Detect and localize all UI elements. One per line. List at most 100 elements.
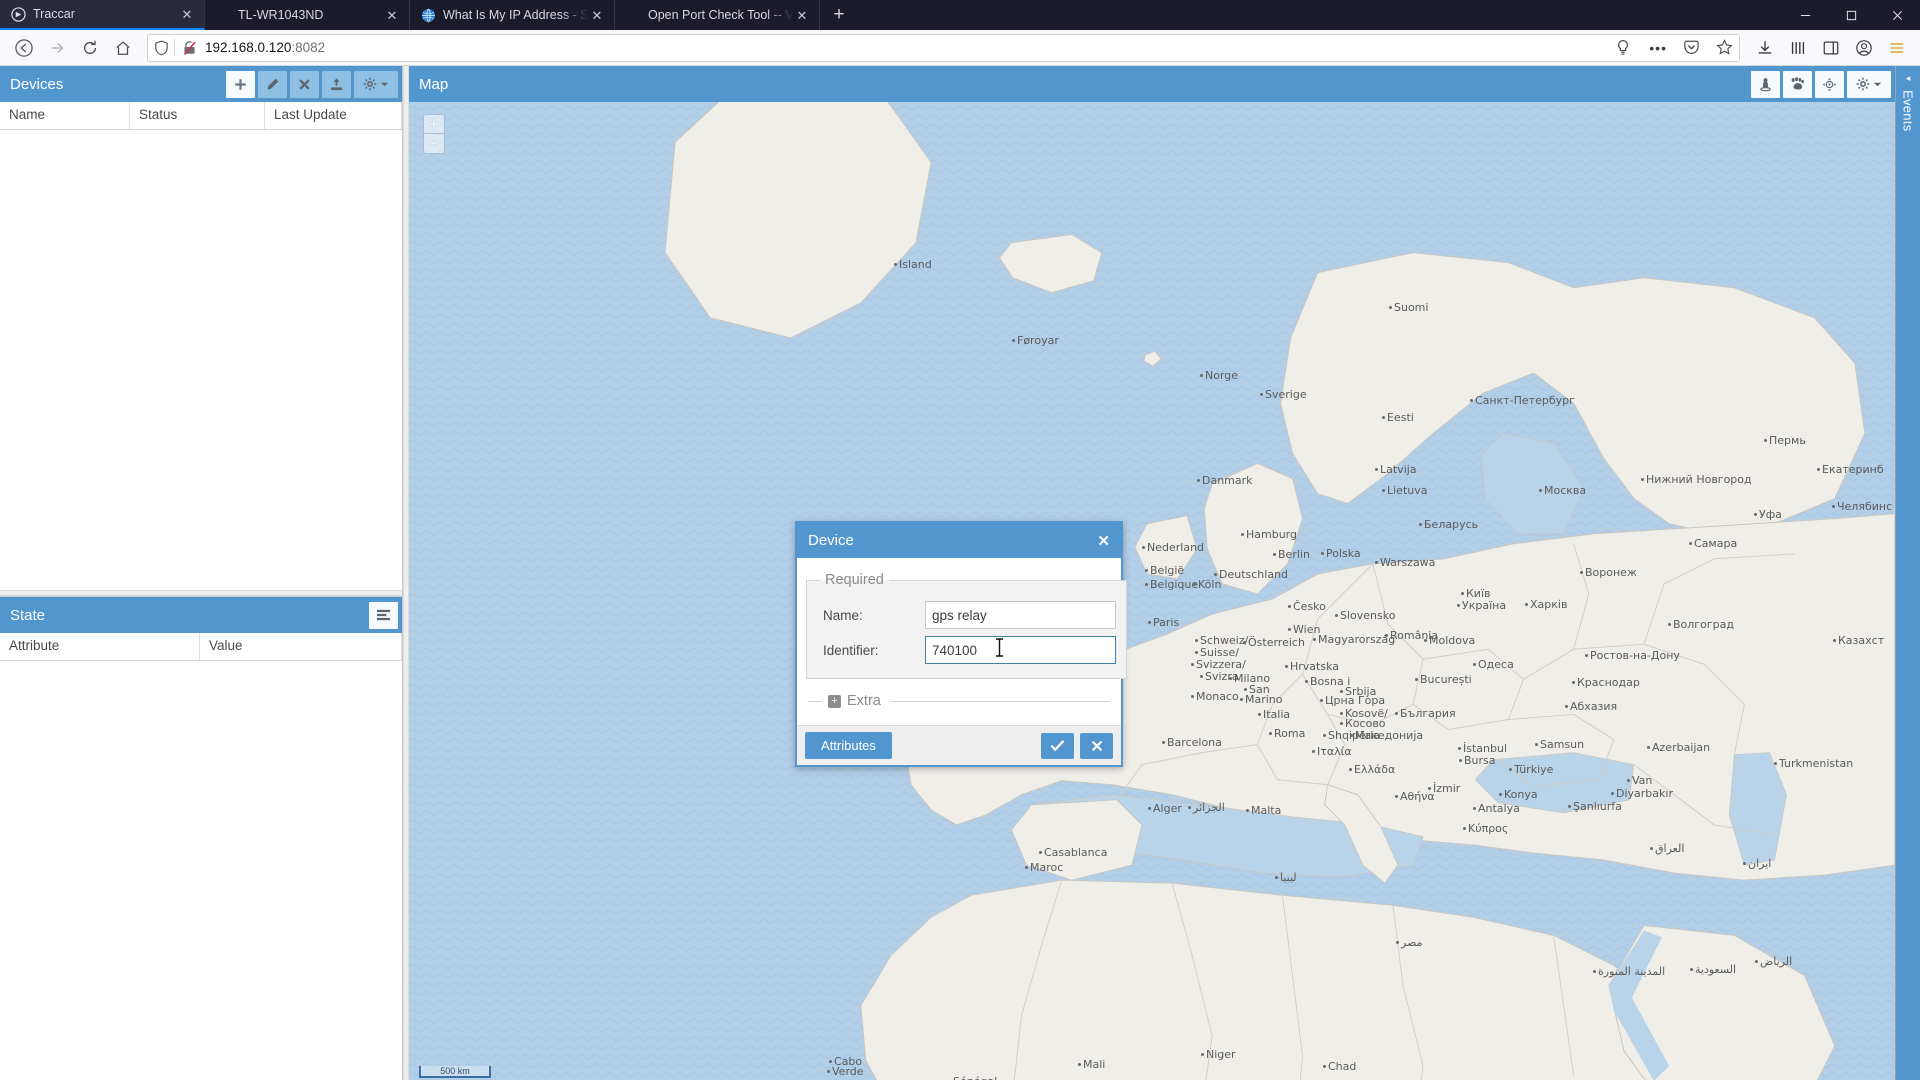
broken-lock-icon[interactable]	[182, 40, 197, 56]
map-place-dot	[1312, 750, 1315, 753]
save-button[interactable]	[1041, 733, 1074, 759]
device-name-input[interactable]	[925, 601, 1116, 629]
reload-button[interactable]	[73, 33, 106, 63]
map-place-dot	[1419, 523, 1422, 526]
tab-close-icon[interactable]: ✕	[383, 6, 401, 24]
device-dialog-footer: Attributes	[797, 725, 1121, 765]
map-place-dot	[1473, 663, 1476, 666]
state-column-value[interactable]: Value	[200, 633, 402, 660]
map-place-dot	[1461, 592, 1464, 595]
close-icon[interactable]: ✕	[1097, 532, 1110, 550]
page-actions-ellipsis-icon[interactable]: •••	[1649, 40, 1667, 56]
downloads-button[interactable]	[1748, 33, 1781, 63]
devices-grid-body[interactable]	[0, 130, 402, 590]
minimize-window-button[interactable]	[1782, 0, 1828, 30]
list-menu-icon[interactable]	[369, 602, 398, 629]
events-panel-rail[interactable]: ◂ Events	[1895, 66, 1920, 1080]
state-grid-body[interactable]	[0, 661, 402, 1080]
address-bar[interactable]: 192.168.0.120 :8082 •••	[147, 34, 1740, 62]
map-place-dot	[1627, 779, 1630, 782]
devices-column-name[interactable]: Name	[0, 102, 130, 129]
map-place-dot	[1568, 805, 1571, 808]
new-tab-button[interactable]: +	[820, 0, 858, 30]
upload-device-button[interactable]	[322, 71, 351, 98]
maximize-window-button[interactable]	[1828, 0, 1874, 30]
map-zoom-out-button[interactable]: −	[424, 134, 444, 153]
close-window-button[interactable]	[1874, 0, 1920, 30]
state-column-attribute[interactable]: Attribute	[0, 633, 200, 660]
browser-tab-tl-wr1043nd[interactable]: TL-WR1043ND ✕	[205, 0, 410, 30]
map-place-dot	[1193, 583, 1196, 586]
map-place-dot	[1275, 876, 1278, 879]
required-fieldset-legend: Required	[820, 572, 889, 588]
tab-close-icon[interactable]: ✕	[178, 5, 196, 23]
map-place-dot	[894, 263, 897, 266]
map-place-dot	[1340, 690, 1343, 693]
extra-section-toggle[interactable]: + Extra	[808, 693, 1110, 709]
tab-close-icon[interactable]: ✕	[588, 6, 606, 24]
map-place-dot	[1650, 847, 1653, 850]
map-place-dot	[1572, 681, 1575, 684]
devices-column-last-update[interactable]: Last Update	[265, 102, 402, 129]
forward-button[interactable]	[40, 33, 73, 63]
devices-panel-header: Devices	[0, 66, 402, 102]
map-place-dot	[1754, 513, 1757, 516]
map-place-dot	[1145, 569, 1148, 572]
map-place-dot	[1817, 468, 1820, 471]
cancel-button[interactable]	[1080, 733, 1113, 759]
map-column: Map	[409, 66, 1895, 1080]
map-place-dot	[1382, 416, 1385, 419]
devices-column-status[interactable]: Status	[130, 102, 265, 129]
add-device-button[interactable]	[226, 71, 255, 98]
pocket-icon[interactable]	[1683, 39, 1700, 56]
tab-title: Traccar	[33, 7, 178, 21]
map-place-dot	[1200, 374, 1203, 377]
map-place-dot	[1470, 399, 1473, 402]
map-place-dot	[1340, 722, 1343, 725]
map-place-dot	[1689, 542, 1692, 545]
browser-tab-what-is-my-ip[interactable]: What Is My IP Address - See Yo ✕	[410, 0, 615, 30]
browser-tab-open-port-check[interactable]: Open Port Check Tool -- Verify Port ✕	[615, 0, 820, 30]
device-settings-button[interactable]	[354, 71, 398, 98]
crosshair-icon[interactable]	[1815, 71, 1844, 98]
back-button[interactable]	[7, 33, 40, 63]
tab-close-icon[interactable]: ✕	[793, 6, 811, 24]
home-button[interactable]	[106, 33, 139, 63]
device-dialog-header[interactable]: Device ✕	[797, 523, 1121, 558]
attributes-button[interactable]: Attributes	[805, 732, 892, 759]
device-name-row: Name:	[817, 601, 1116, 629]
person-pin-icon[interactable]	[1751, 71, 1780, 98]
map-place-dot	[1395, 712, 1398, 715]
shield-icon[interactable]	[154, 40, 169, 56]
paw-prints-icon[interactable]	[1783, 71, 1812, 98]
tab-title: Open Port Check Tool -- Verify Port	[648, 8, 793, 22]
account-button[interactable]	[1847, 33, 1880, 63]
map-place-dot	[1313, 638, 1316, 641]
chevron-down-icon	[1873, 80, 1882, 89]
map-place-dot	[1535, 743, 1538, 746]
expand-extra-icon[interactable]: +	[828, 695, 841, 708]
sidebar-toggle-button[interactable]	[1814, 33, 1847, 63]
hamburger-menu-icon[interactable]	[1880, 33, 1913, 63]
map-place-dot	[1690, 968, 1693, 971]
map-place-dot	[1499, 793, 1502, 796]
device-identifier-input[interactable]	[925, 636, 1116, 664]
map-place-dot	[1012, 339, 1015, 342]
map-place-dot	[1145, 583, 1148, 586]
map-place-dot	[1148, 807, 1151, 810]
map-place-dot	[1258, 713, 1261, 716]
map-zoom-in-button[interactable]: +	[424, 115, 444, 134]
map-viewport[interactable]: IslandFøroyarSuomiNorgeSverigeСанкт-Пете…	[409, 102, 1895, 1080]
edit-device-button[interactable]	[258, 71, 287, 98]
library-button[interactable]	[1781, 33, 1814, 63]
delete-device-button[interactable]	[290, 71, 319, 98]
map-place-dot	[1509, 768, 1512, 771]
state-grid-header: Attribute Value	[0, 633, 402, 661]
bookmark-star-icon[interactable]	[1716, 39, 1733, 56]
collapse-events-caret-icon[interactable]: ◂	[1906, 74, 1911, 83]
map-place-dot	[1240, 698, 1243, 701]
browser-tab-traccar[interactable]: Traccar ✕	[0, 0, 205, 30]
lightbulb-icon[interactable]	[1615, 39, 1631, 56]
map-settings-button[interactable]	[1847, 71, 1891, 98]
device-dialog[interactable]: Device ✕ Required Name: Identifier: + Ex…	[795, 521, 1123, 767]
